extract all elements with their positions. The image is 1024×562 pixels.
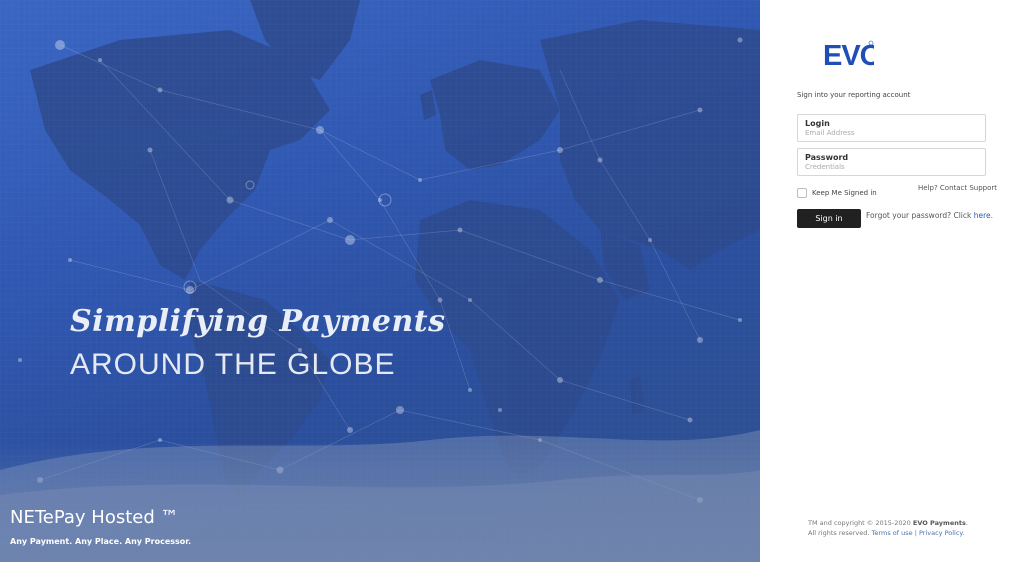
terms-of-use-link[interactable]: Terms of use (872, 529, 913, 537)
password-input[interactable] (805, 163, 978, 171)
forgot-password-text: Forgot your password? Click (866, 211, 972, 220)
login-label: Login (805, 119, 830, 128)
keep-signed-in[interactable]: Keep Me Signed in (797, 188, 877, 198)
evo-logo-text: EVO (823, 40, 874, 70)
copyright-footer: TM and copyright © 2015-2020 EVO Payment… (808, 518, 968, 538)
signin-panel: EVO Sign into your reporting account Log… (760, 0, 1024, 562)
evo-logo: EVO (823, 40, 874, 70)
copyright-prefix: TM and copyright © 2015-2020 (808, 519, 911, 527)
hero-tagline-caps: AROUND THE GLOBE (70, 348, 396, 381)
keep-signed-in-label: Keep Me Signed in (812, 189, 877, 197)
login-field[interactable]: Login (797, 114, 986, 142)
privacy-policy-link[interactable]: Privacy Policy. (919, 529, 964, 537)
password-field[interactable]: Password (797, 148, 986, 176)
product-name: NETePay Hosted ™ (10, 507, 179, 528)
login-input[interactable] (805, 129, 978, 137)
signin-heading: Sign into your reporting account (797, 91, 911, 99)
keep-signed-in-checkbox[interactable] (797, 188, 807, 198)
footer-separator: | (914, 529, 917, 537)
sign-in-button[interactable]: Sign in (797, 209, 861, 228)
contact-support-link[interactable]: Help? Contact Support (918, 184, 997, 192)
hero-panel: Simplifying Payments AROUND THE GLOBE NE… (0, 0, 760, 562)
product-tagline: Any Payment. Any Place. Any Processor. (10, 537, 192, 546)
password-label: Password (805, 153, 849, 162)
copyright-company: EVO Payments (912, 519, 966, 527)
forgot-password-link[interactable]: here. (974, 211, 993, 220)
forgot-password: Forgot your password? Click here. (866, 211, 993, 220)
hero-tagline-script: Simplifying Payments (70, 304, 446, 339)
